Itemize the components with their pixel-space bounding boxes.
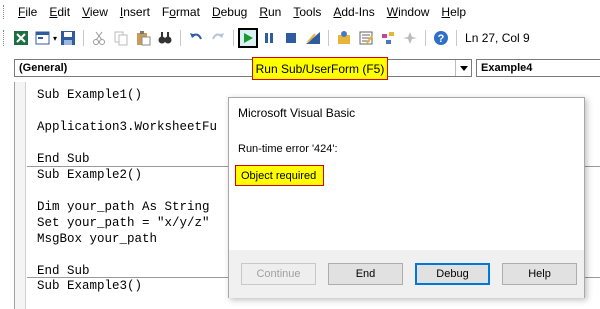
run-tooltip: Run Sub/UserForm (F5) [252,57,388,80]
menu-run-post: un [267,5,282,19]
menu-view-key: V [82,5,90,19]
debug-button[interactable]: Debug [415,263,490,285]
chevron-down-icon[interactable] [455,60,471,76]
runtime-error-dialog: Microsoft Visual Basic Run-time error '4… [228,97,585,298]
menu-window-post: indow [398,5,430,19]
redo-icon[interactable] [209,29,227,47]
menu-view-post: iew [89,5,108,19]
code-line[interactable]: MsgBox your_path [37,232,157,246]
menu-edit[interactable]: Edit [43,0,76,24]
menu-file-post: ile [25,5,38,19]
undo-icon[interactable] [187,29,205,47]
play-icon [244,33,254,43]
menu-add-ins[interactable]: Add-Ins [327,0,380,24]
menu-tools-post: ools [299,5,322,19]
menu-window[interactable]: Window [381,0,436,24]
find-icon[interactable] [156,29,174,47]
menu-file[interactable]: File [12,0,43,24]
menu-debug-post: ebug [220,5,248,19]
paste-icon[interactable] [134,29,152,47]
toolbar-grip[interactable] [3,30,6,46]
menu-help[interactable]: Help [435,0,472,24]
error-detail: Object required [235,165,324,186]
code-window-edge [0,82,14,309]
menu-run-key: R [259,5,268,19]
code-line[interactable]: Sub Example2() [37,168,142,182]
menu-help-post: elp [450,5,467,19]
object-combo[interactable]: (General) [14,59,472,77]
run-sub-userform-button[interactable] [238,28,259,48]
design-mode-icon[interactable] [304,29,322,47]
menu-format-post: rmat [175,5,200,19]
dialog-title: Microsoft Visual Basic [238,106,356,120]
break-icon[interactable] [260,29,278,47]
menu-debug[interactable]: Debug [206,0,253,24]
cut-icon[interactable] [90,29,108,47]
end-button[interactable]: End [328,263,403,285]
menu-add-ins-post: dd-Ins [341,5,375,19]
insert-userform-icon[interactable] [34,29,52,47]
code-line[interactable]: Sub Example1() [37,88,142,102]
menu-help-key: H [441,5,451,19]
menu-edit-post: dit [57,5,71,19]
menu-insert-post: nsert [123,5,150,19]
help-icon[interactable]: ? [432,29,450,47]
menu-debug-key: D [211,5,221,19]
project-explorer-icon[interactable] [335,29,353,47]
toolbar-separator [180,30,182,46]
object-browser-icon[interactable] [379,29,397,47]
margin-indicator-bar[interactable] [14,82,26,309]
standard-toolbar: ▾ ? Ln 27, Col 9 [0,24,600,52]
menu-insert[interactable]: Insert [114,0,156,24]
toolbar-separator [456,30,458,46]
code-line[interactable]: Dim your_path As String [37,200,210,214]
reset-icon[interactable] [282,29,300,47]
procedure-combo-value: Example4 [481,62,533,74]
code-line[interactable]: Application3.WorksheetFu [37,120,217,134]
menu-format[interactable]: Format [156,0,206,24]
properties-window-icon[interactable] [357,29,375,47]
svg-text:?: ? [438,33,445,45]
procedure-combo[interactable]: Example4 [476,59,600,77]
menu-tools[interactable]: Tools [287,0,327,24]
code-line[interactable]: End Sub [37,152,90,166]
save-icon[interactable] [59,29,77,47]
menu-view[interactable]: View [76,0,114,24]
object-combo-value: (General) [19,62,68,74]
error-message: Run-time error '424': [238,143,338,155]
code-line[interactable]: Set your_path = "x/y/z" [37,216,210,230]
toolbar-separator [83,30,85,46]
menu-window-key: W [386,5,399,19]
dialog-button-bar: Continue End Debug Help [229,250,584,298]
excel-view-icon[interactable] [12,29,30,47]
cursor-position-status: Ln 27, Col 9 [465,31,530,45]
toolbox-icon[interactable] [401,29,419,47]
menu-run[interactable]: Run [253,0,287,24]
toolbar-separator [328,30,330,46]
toolbar-separator [425,30,427,46]
help-button[interactable]: Help [502,263,577,285]
menu-format-key: o [169,5,176,19]
menu-grip[interactable] [3,5,6,19]
menu-bar: File Edit View Insert Format Debug Run T… [0,0,600,24]
insert-dropdown-icon[interactable]: ▾ [53,34,57,43]
code-line[interactable]: Sub Example3() [37,279,142,293]
copy-icon[interactable] [112,29,130,47]
code-line[interactable]: End Sub [37,264,90,278]
toolbar-separator [233,30,235,46]
continue-button[interactable]: Continue [241,263,316,285]
